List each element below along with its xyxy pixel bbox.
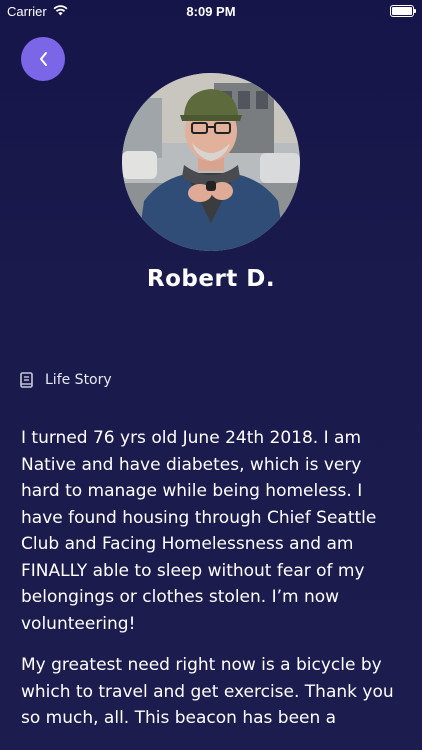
section-label: Life Story — [45, 372, 112, 388]
chevron-left-icon — [40, 52, 47, 66]
status-time: 8:09 PM — [186, 4, 236, 19]
battery-level — [392, 7, 412, 15]
section-header: Life Story — [20, 372, 112, 388]
book-icon — [20, 372, 33, 388]
battery-icon — [390, 5, 416, 17]
status-bar: Carrier 8:09 PM — [0, 0, 422, 22]
profile-name: Robert D. — [146, 266, 276, 292]
back-button[interactable] — [21, 37, 65, 81]
story-paragraph: My greatest need right now is a bicycle … — [21, 655, 394, 728]
story-body: I turned 76 yrs old June 24th 2018. I am… — [21, 425, 404, 747]
story-paragraph: I turned 76 yrs old June 24th 2018. I am… — [21, 428, 377, 634]
avatar — [122, 73, 300, 251]
